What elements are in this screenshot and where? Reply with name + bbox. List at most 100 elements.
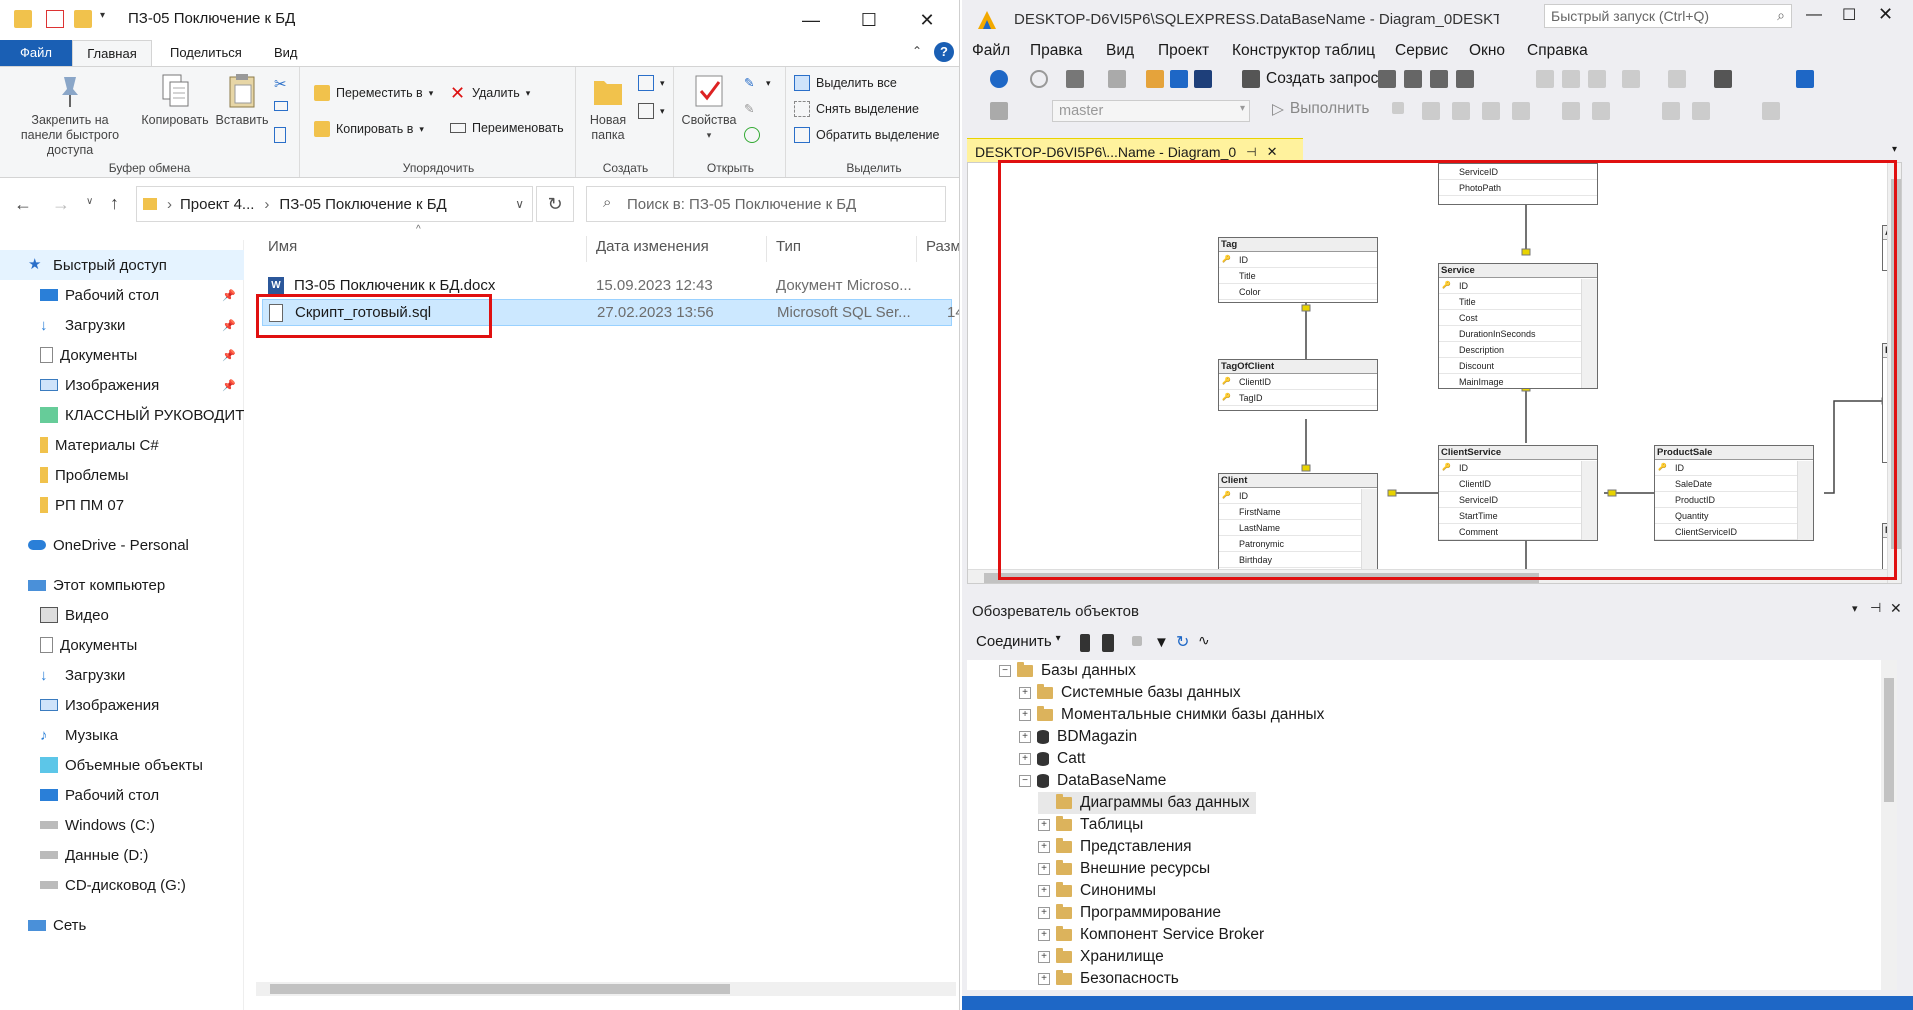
nav-quick-access[interactable]: ★ Быстрый доступ bbox=[0, 250, 244, 280]
nav-pc-3d-objects[interactable]: Объемные объекты bbox=[0, 750, 244, 780]
horizontal-scrollbar[interactable] bbox=[256, 982, 956, 996]
easy-access-button[interactable]: ▾ bbox=[638, 103, 665, 119]
execute-button[interactable]: ▷ Выполнить bbox=[1272, 100, 1370, 119]
copy-path-button[interactable] bbox=[274, 101, 288, 111]
mdx-query-icon[interactable] bbox=[1378, 70, 1396, 88]
save-all-icon[interactable] bbox=[1194, 70, 1212, 88]
pin-quick-access-button[interactable]: Закрепить на панели быстрого доступа bbox=[6, 73, 134, 158]
redo-icon[interactable] bbox=[1668, 70, 1686, 88]
tree-node-databasename[interactable]: − DataBaseName bbox=[1019, 770, 1166, 792]
rename-button[interactable]: Переименовать bbox=[450, 121, 564, 135]
stop-icon[interactable] bbox=[1132, 636, 1142, 646]
paste-icon[interactable] bbox=[1588, 70, 1606, 88]
close-tab-icon[interactable]: ✕ bbox=[1267, 144, 1278, 160]
menu-tools[interactable]: Сервис bbox=[1395, 42, 1448, 60]
nav-onedrive[interactable]: OneDrive - Personal bbox=[0, 530, 244, 560]
new-query-button[interactable]: Создать запрос bbox=[1242, 70, 1378, 88]
dmx-query-icon[interactable] bbox=[1404, 70, 1422, 88]
back-icon[interactable]: ← bbox=[14, 194, 32, 215]
nav-pc-documents[interactable]: Документы bbox=[0, 630, 244, 660]
column-type[interactable]: Тип bbox=[776, 238, 801, 255]
connect-icon[interactable] bbox=[990, 102, 1008, 120]
tree-node-system-databases[interactable]: + Системные базы данных bbox=[1019, 682, 1241, 704]
up-icon[interactable]: ↑ bbox=[110, 193, 119, 214]
nav-pc-downloads[interactable]: ↓ Загрузки bbox=[0, 660, 244, 690]
xmla-query-icon[interactable] bbox=[1430, 70, 1448, 88]
properties-button[interactable]: Свойства ▾ bbox=[678, 73, 740, 143]
new-folder-button[interactable]: Новая папка bbox=[582, 73, 634, 143]
results-file-icon[interactable] bbox=[1512, 102, 1530, 120]
expand-icon[interactable]: + bbox=[1019, 731, 1031, 743]
nav-downloads[interactable]: ↓ Загрузки 📌 bbox=[0, 310, 244, 340]
move-to-button[interactable]: Переместить в ▾ bbox=[314, 85, 433, 101]
breadcrumb-project[interactable]: Проект 4... bbox=[180, 196, 254, 213]
tab-view[interactable]: Вид bbox=[260, 40, 312, 66]
expand-icon[interactable]: + bbox=[1038, 819, 1050, 831]
expand-icon[interactable]: + bbox=[1038, 951, 1050, 963]
menu-project[interactable]: Проект bbox=[1158, 42, 1209, 60]
close-button[interactable]: ✕ bbox=[1878, 4, 1893, 25]
parse-icon[interactable] bbox=[1422, 102, 1440, 120]
nav-pictures[interactable]: Изображения 📌 bbox=[0, 370, 244, 400]
paste-shortcut-button[interactable] bbox=[274, 127, 286, 143]
cut-button[interactable]: ✂ bbox=[274, 75, 290, 93]
scrollbar-thumb[interactable] bbox=[270, 984, 730, 994]
tree-node-service-broker[interactable]: + Компонент Service Broker bbox=[1038, 924, 1264, 946]
nav-materials[interactable]: Материалы C# bbox=[0, 430, 244, 460]
back-icon[interactable] bbox=[990, 70, 1008, 88]
tree-node-programmability[interactable]: + Программирование bbox=[1038, 902, 1221, 924]
nav-pc-music[interactable]: ♪ Музыка bbox=[0, 720, 244, 750]
tree-node-bdmagazin[interactable]: + BDMagazin bbox=[1019, 726, 1137, 748]
new-file-icon[interactable] bbox=[1108, 70, 1126, 88]
nav-pc-cd-drive[interactable]: CD-дисковод (G:) bbox=[0, 870, 244, 900]
new-folder-icon[interactable] bbox=[74, 10, 92, 28]
recent-locations-icon[interactable]: ∨ bbox=[86, 196, 93, 207]
tree-node-tables[interactable]: + Таблицы bbox=[1038, 814, 1143, 836]
database-select[interactable]: master ▾ bbox=[1052, 100, 1250, 122]
close-icon[interactable]: ✕ bbox=[1890, 600, 1902, 617]
expand-icon[interactable]: + bbox=[1038, 863, 1050, 875]
expand-icon[interactable]: + bbox=[1019, 753, 1031, 765]
stop-icon[interactable] bbox=[1392, 102, 1404, 114]
menu-edit[interactable]: Правка bbox=[1030, 42, 1082, 60]
comment-icon[interactable] bbox=[1562, 102, 1580, 120]
menu-table-designer[interactable]: Конструктор таблиц bbox=[1232, 42, 1375, 60]
tree-node-external-resources[interactable]: + Внешние ресурсы bbox=[1038, 858, 1210, 880]
nav-pc-drive-c[interactable]: Windows (C:) bbox=[0, 810, 244, 840]
collapse-icon[interactable]: − bbox=[999, 665, 1011, 677]
delete-button[interactable]: ✕ Удалить ▾ bbox=[450, 84, 530, 102]
search-input[interactable]: ⌕ Поиск в: ПЗ-05 Поключение к БД bbox=[586, 186, 946, 222]
tab-file[interactable]: Файл bbox=[0, 40, 72, 66]
collapse-ribbon-icon[interactable]: ⌃ bbox=[912, 44, 922, 58]
tab-share[interactable]: Поделиться bbox=[156, 40, 256, 66]
history-button[interactable] bbox=[744, 127, 760, 143]
quick-launch-input[interactable]: Быстрый запуск (Ctrl+Q) ⌕ bbox=[1544, 4, 1792, 28]
tree-node-synonyms[interactable]: + Синонимы bbox=[1038, 880, 1156, 902]
expand-icon[interactable]: + bbox=[1019, 709, 1031, 721]
tree-node-database-snapshots[interactable]: + Моментальные снимки базы данных bbox=[1019, 704, 1324, 726]
copy-to-button[interactable]: Копировать в ▾ bbox=[314, 121, 424, 137]
deselect-button[interactable]: Снять выделение bbox=[794, 101, 919, 117]
object-explorer-icon[interactable] bbox=[1796, 70, 1814, 88]
invert-selection-button[interactable]: Обратить выделение bbox=[794, 127, 939, 143]
expand-icon[interactable]: + bbox=[1019, 687, 1031, 699]
refresh-icon[interactable]: ↻ bbox=[1176, 632, 1189, 652]
specify-values-icon[interactable] bbox=[1762, 102, 1780, 120]
breadcrumb-current[interactable]: ПЗ-05 Поключение к БД bbox=[279, 196, 446, 213]
filter-icon[interactable]: ▼ bbox=[1154, 634, 1169, 651]
nav-class-teacher[interactable]: КЛАССНЫЙ РУКОВОДИТЕ bbox=[0, 400, 244, 430]
expand-icon[interactable]: + bbox=[1038, 929, 1050, 941]
pin-icon[interactable]: ⊣ bbox=[1870, 600, 1881, 616]
close-button[interactable]: ✕ bbox=[898, 0, 956, 40]
activity-monitor-icon[interactable]: ∿ bbox=[1198, 632, 1210, 649]
help-icon[interactable]: ? bbox=[934, 42, 954, 62]
tree-vertical-scrollbar[interactable] bbox=[1881, 660, 1897, 990]
nav-pc-desktop[interactable]: Рабочий стол bbox=[0, 780, 244, 810]
undo-icon[interactable] bbox=[1622, 70, 1640, 88]
tree-node-views[interactable]: + Представления bbox=[1038, 836, 1192, 858]
outdent-icon[interactable] bbox=[1692, 102, 1710, 120]
column-size[interactable]: Разм bbox=[926, 238, 959, 255]
tree-node-databases[interactable]: − Базы данных bbox=[999, 660, 1136, 682]
menu-file[interactable]: Файл bbox=[972, 42, 1010, 60]
address-dropdown-icon[interactable]: ∨ bbox=[515, 197, 524, 211]
